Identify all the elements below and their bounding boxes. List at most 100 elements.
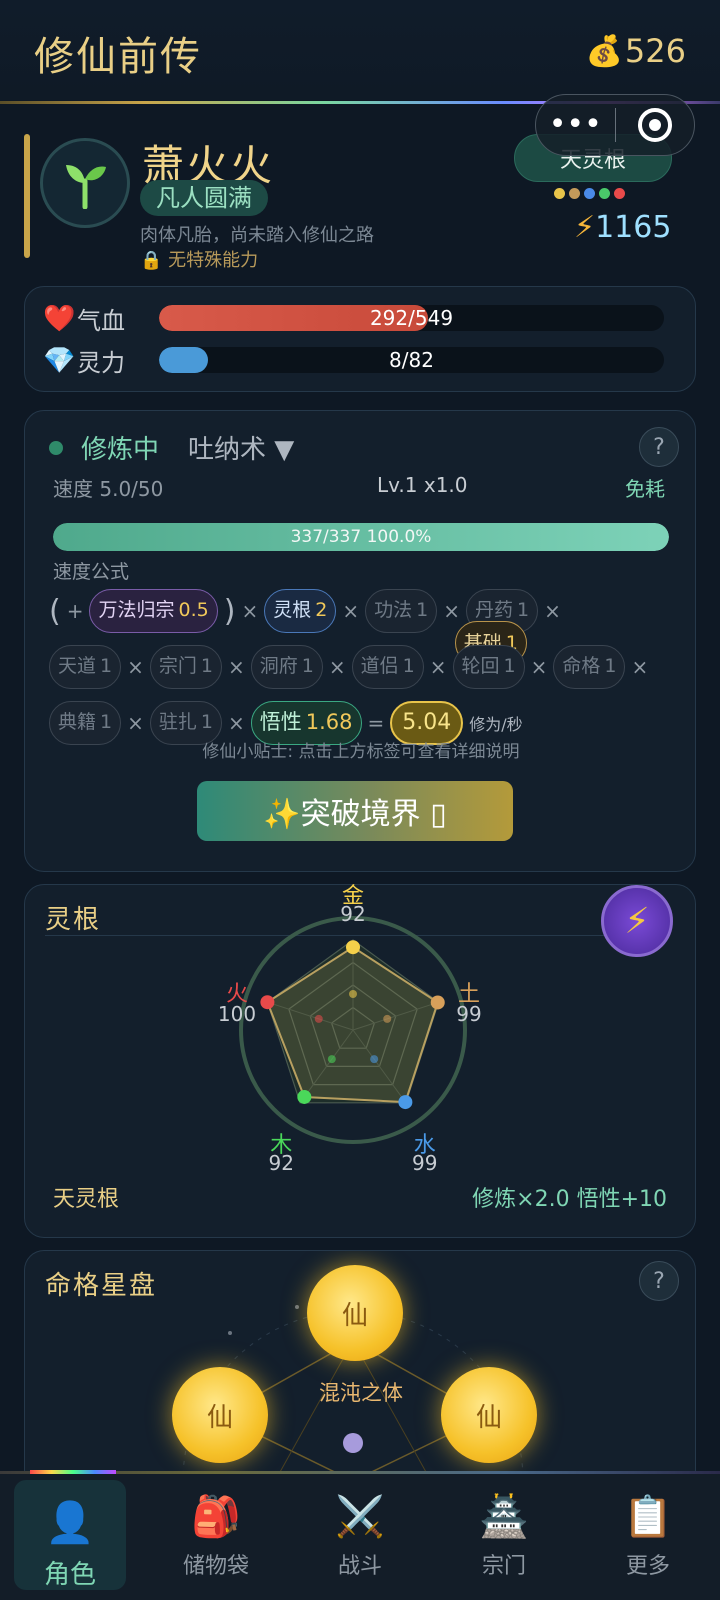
app-title: 修仙前传 — [34, 34, 202, 80]
op-times: × — [127, 655, 144, 679]
nav-item-character[interactable]: 👤 角色 — [14, 1480, 126, 1590]
speed-text: 速度 5.0/50 — [53, 477, 164, 501]
op-times: × — [342, 599, 360, 623]
backpack-icon: 🎒 — [191, 1494, 241, 1540]
profile-accent-bar — [24, 134, 30, 258]
nav-item-sect[interactable]: 🏯 宗门 — [432, 1474, 576, 1600]
stats-panel: ❤️ 气血 292/549 💎 灵力 8/82 — [24, 286, 696, 392]
star-disk-panel: 命格星盘 ? 仙 仙 仙 混沌之体 — [24, 1250, 696, 1480]
cultivation-progress: 337/337 100.0% — [53, 523, 669, 551]
chip-dongfu[interactable]: 洞府 1 — [250, 645, 323, 689]
nav-label: 更多 — [625, 1554, 670, 1579]
power-value: 1165 — [595, 210, 672, 245]
root-dot-0 — [554, 188, 565, 199]
formula-title: 速度公式 — [53, 561, 130, 583]
radar-inner-dot-1 — [383, 1014, 392, 1023]
lightning-button[interactable]: ⚡ — [601, 885, 673, 957]
avatar[interactable] — [40, 138, 130, 228]
nav-item-more[interactable]: 📋 更多 — [576, 1474, 720, 1600]
chip-gongfa[interactable]: 功法 1 — [365, 589, 438, 633]
radar-inner-dot-3 — [327, 1055, 336, 1064]
hp-value: 292/549 — [369, 306, 454, 330]
op-times: × — [127, 711, 144, 735]
spirit-root-bonus: 修炼×2.0 悟性+10 — [472, 1187, 667, 1212]
chip-tiandao[interactable]: 天道 1 — [49, 645, 122, 689]
formula-unit: 修为/秒 — [469, 715, 523, 734]
cultivation-tip: 修仙小贴士: 点击上方标签可查看详细说明 — [202, 742, 520, 762]
op-times: × — [443, 599, 460, 623]
nav-label: 战斗 — [337, 1554, 382, 1579]
radar-value-2: 99 — [411, 1150, 438, 1175]
realm-badge[interactable]: 凡人圆满 — [140, 180, 268, 216]
gold-amount: 526 — [624, 32, 686, 70]
cultivation-help-button[interactable]: ? — [639, 427, 679, 467]
miniprogram-capsule: ••• — [535, 94, 695, 156]
root-dot-1 — [569, 188, 580, 199]
level-text: Lv.1 x1.0 — [377, 473, 468, 497]
cultivation-progress-text: 337/337 100.0% — [290, 527, 432, 547]
radar-value-4: 100 — [217, 1002, 257, 1027]
radar-inner-dot-4 — [314, 1014, 323, 1023]
chip-root[interactable]: 灵根 2 — [264, 589, 337, 633]
root-dot-2 — [584, 188, 595, 199]
hp-label: 气血 — [77, 307, 125, 335]
nav-label: 储物袋 — [182, 1554, 249, 1579]
clipboard-icon: 📋 — [623, 1494, 673, 1540]
hp-row: ❤️ 气血 — [43, 301, 157, 336]
chip-zongmen[interactable]: 宗门 1 — [149, 645, 222, 689]
radar-point-2 — [398, 1095, 413, 1110]
destiny-name: 混沌之体 — [319, 1381, 403, 1405]
lightning-icon: ⚡ — [624, 900, 650, 942]
sprout-icon — [66, 165, 106, 209]
nav-item-battle[interactable]: ⚔️ 战斗 — [288, 1474, 432, 1600]
heart-icon: ❤️ — [43, 303, 76, 334]
op-times: × — [429, 655, 447, 679]
lightning-icon: ⚡ — [574, 210, 596, 245]
chip-wanfa[interactable]: 万法归宗 0.5 — [89, 589, 218, 633]
root-element-dots — [554, 188, 625, 199]
app-header: 修仙前传 💰 526 — [0, 0, 720, 100]
mp-label: 灵力 — [77, 349, 125, 377]
diamond-icon: 💎 — [43, 345, 76, 376]
op-times: × — [227, 655, 245, 679]
close-target-button[interactable] — [616, 108, 695, 142]
ability-line: 🔒 无特殊能力 — [140, 246, 258, 272]
formula-row-1: ( 基础 1 + 万法归宗 0.5 ) × 灵根 2 × 功法 1 × 丹药 1 × — [49, 589, 561, 665]
destiny-star-top[interactable]: 仙 — [307, 1265, 403, 1361]
chip-lunhui[interactable]: 轮回 1 — [452, 645, 525, 689]
paren-close: ) — [223, 593, 236, 629]
target-icon — [637, 108, 672, 142]
op-times: × — [328, 655, 346, 679]
radar-inner-dot-2 — [370, 1055, 379, 1064]
gold-display: 💰 526 — [586, 32, 686, 70]
radar-value-1: 99 — [456, 1002, 482, 1027]
method-dropdown[interactable]: 吐纳术 ▼ — [188, 429, 294, 466]
op-times: × — [227, 711, 245, 735]
realm-description: 肉体凡胎，尚未踏入修仙之路 — [140, 225, 374, 246]
status-dot-icon — [49, 441, 63, 455]
cost-text: 免耗 — [625, 477, 665, 501]
nav-label: 角色 — [43, 1560, 96, 1590]
chip-daolv[interactable]: 道侣 1 — [351, 645, 424, 689]
root-dot-4 — [614, 188, 625, 199]
person-icon: 👤 — [45, 1500, 95, 1546]
more-dots-icon[interactable]: ••• — [536, 110, 615, 140]
op-times: × — [544, 599, 561, 623]
op-plus: + — [66, 599, 84, 623]
radar-value-3: 92 — [268, 1150, 294, 1175]
power-display: ⚡1165 — [574, 210, 671, 245]
chip-mingge[interactable]: 命格 1 — [553, 645, 626, 689]
cultivation-panel: 修炼中 吐纳术 ▼ ? 速度 5.0/50 Lv.1 x1.0 免耗 337/3… — [24, 410, 696, 872]
op-equals: = — [367, 711, 385, 735]
lock-icon: 🔒 — [140, 250, 163, 271]
nav-label: 宗门 — [481, 1554, 526, 1579]
breakthrough-button[interactable]: ✨突破境界 ▯ — [197, 781, 513, 841]
radar-inner-dot-0 — [349, 990, 357, 998]
nav-item-bag[interactable]: 🎒 储物袋 — [144, 1474, 288, 1600]
bottom-nav: 👤 角色 🎒 储物袋 ⚔️ 战斗 🏯 宗门 📋 更多 — [0, 1474, 720, 1600]
radar-point-0 — [346, 940, 360, 955]
radar-point-3 — [297, 1089, 312, 1104]
mp-bar: 8/82 — [159, 347, 664, 373]
hp-bar: 292/549 — [159, 305, 664, 331]
spirit-root-panel: 灵根 ⚡ 金 92 土 99 水 99 木 92 火 100 天灵根 修炼×2.0 悟性+10 — [24, 884, 696, 1238]
